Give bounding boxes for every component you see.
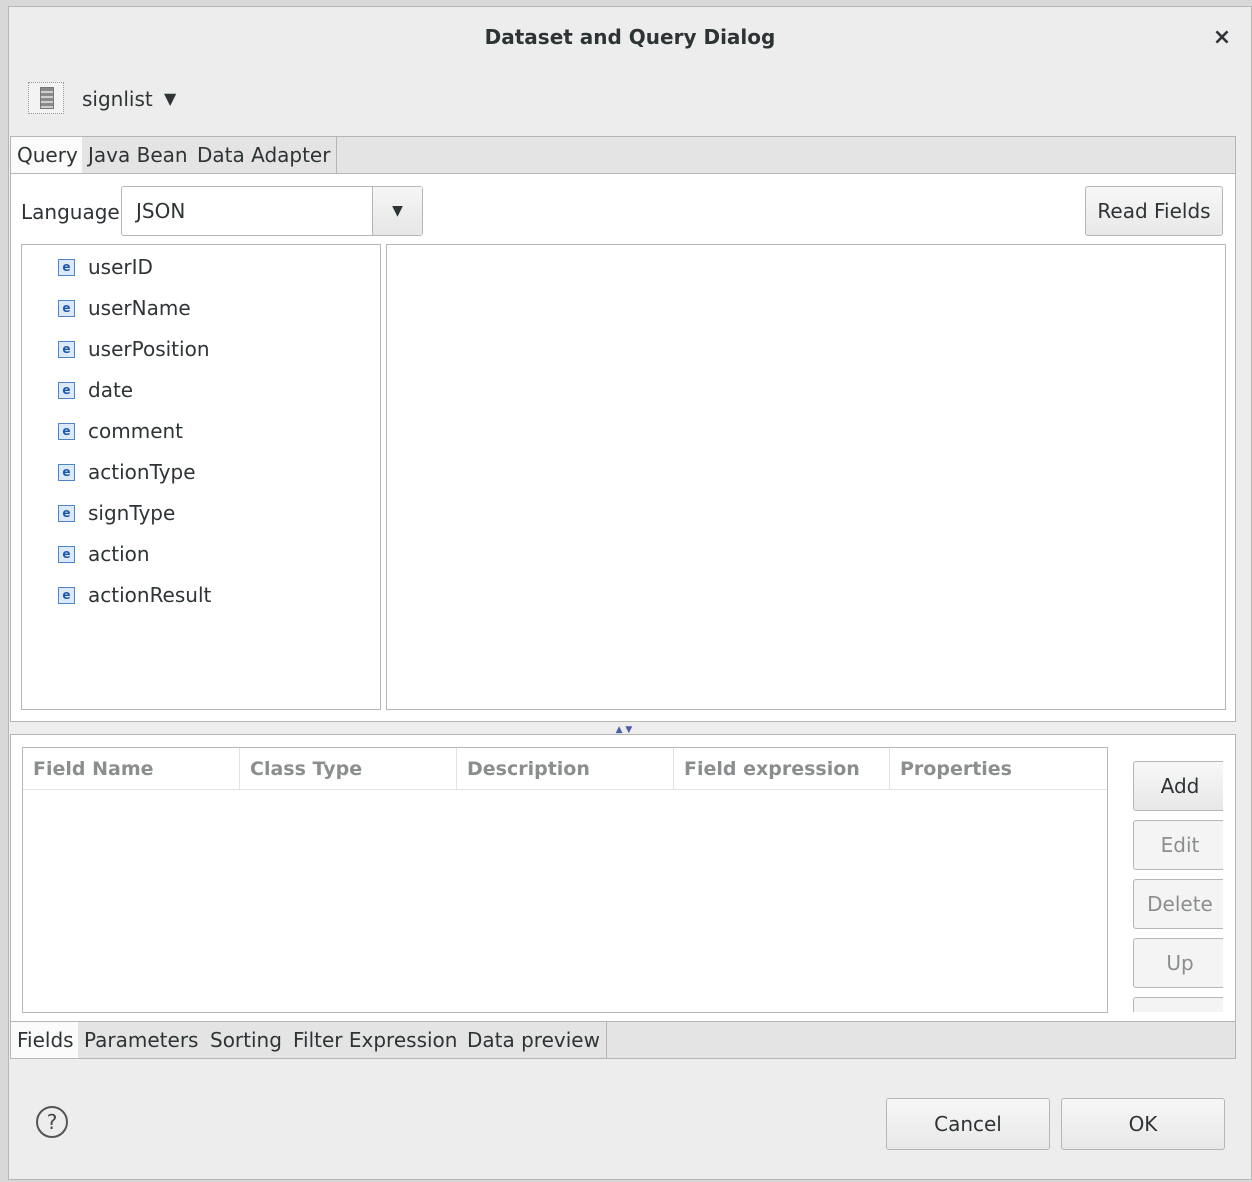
tab-query[interactable]: Query [11,137,85,173]
element-icon: e [58,300,75,317]
language-label: Language [21,200,120,224]
dataset-dropdown-icon[interactable]: ▼ [164,84,176,114]
tree-item-label: comment [88,419,184,443]
query-editor[interactable] [386,244,1226,710]
tree-item-label: action [88,542,150,566]
fields-panel: Field Name Class Type Description Field … [10,734,1236,1022]
element-icon: e [58,464,75,481]
edit-button[interactable]: Edit [1133,820,1223,870]
column-header-properties[interactable]: Properties [890,748,1107,790]
query-panel: Language JSON ▼ Read Fields e userID e u… [10,174,1236,722]
column-header-class-type[interactable]: Class Type [240,748,457,790]
chevron-down-icon[interactable]: ▼ [372,187,422,235]
dataset-name[interactable]: signlist [82,84,153,114]
tree-item-label: userPosition [88,337,210,361]
element-icon: e [58,423,75,440]
field-tree: e userID e userName e userPosition e dat… [21,244,381,710]
tab-fields[interactable]: Fields [11,1022,81,1058]
column-header-field-expression[interactable]: Field expression [674,748,890,790]
tree-item-label: date [88,378,134,402]
element-icon: e [58,341,75,358]
field-buttons: Add Edit Delete Up Down [1123,735,1223,1012]
fields-table[interactable]: Field Name Class Type Description Field … [22,747,1108,1013]
dialog-title: Dataset and Query Dialog [484,25,776,49]
language-select[interactable]: JSON ▼ [121,186,423,236]
delete-button[interactable]: Delete [1133,879,1223,929]
element-icon: e [58,505,75,522]
tree-item-label: signType [88,501,176,525]
tab-data-preview[interactable]: Data preview [461,1022,607,1058]
tab-parameters[interactable]: Parameters [78,1022,206,1058]
help-icon[interactable]: ? [36,1106,68,1138]
query-tabs: Query Java Bean Data Adapter [10,136,1236,174]
element-icon: e [58,259,75,276]
element-icon: e [58,382,75,399]
element-icon: e [58,587,75,604]
tree-item-label: actionType [88,460,196,484]
tree-item-label: userName [88,296,191,320]
table-header: Field Name Class Type Description Field … [23,748,1107,790]
database-icon [28,82,64,114]
tree-item-label: actionResult [88,583,212,607]
tab-sorting[interactable]: Sorting [204,1022,289,1058]
down-button[interactable]: Down [1133,997,1223,1012]
title-bar: Dataset and Query Dialog × [9,7,1251,67]
ok-button[interactable]: OK [1061,1098,1225,1150]
read-fields-button[interactable]: Read Fields [1085,186,1223,236]
close-icon[interactable]: × [1207,23,1237,53]
dataset-tabs: Fields Parameters Sorting Filter Express… [10,1021,1236,1059]
tab-java-bean[interactable]: Java Bean [82,137,195,173]
tree-item-label: userID [88,255,153,279]
cancel-button[interactable]: Cancel [886,1098,1050,1150]
column-header-description[interactable]: Description [457,748,674,790]
tab-filter-expression[interactable]: Filter Expression [287,1022,465,1058]
element-icon: e [58,546,75,563]
add-button[interactable]: Add [1133,761,1223,811]
up-button[interactable]: Up [1133,938,1223,988]
language-value: JSON [136,199,186,223]
tab-data-adapter[interactable]: Data Adapter [191,137,338,173]
column-header-field-name[interactable]: Field Name [23,748,240,790]
